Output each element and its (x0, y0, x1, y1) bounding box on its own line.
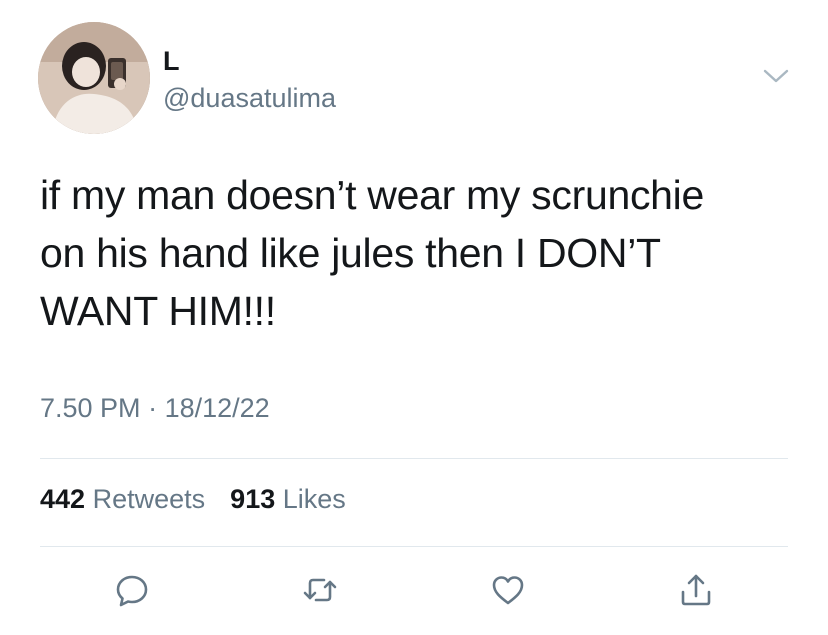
tweet-time: 7.50 PM (40, 393, 141, 423)
tweet-text-line: if my man doesn’t wear my scrunchie (40, 172, 704, 218)
user-handle[interactable]: @duasatulima (163, 83, 336, 114)
tweet-timestamp[interactable]: 7.50 PM · 18/12/22 (40, 393, 270, 424)
display-name[interactable]: L (163, 46, 180, 77)
like-icon (492, 576, 524, 605)
like-button[interactable] (486, 568, 530, 612)
action-bar (0, 568, 828, 618)
reply-button[interactable] (110, 568, 154, 612)
divider (40, 458, 788, 459)
share-icon (681, 574, 711, 606)
share-button[interactable] (674, 568, 718, 612)
tweet-text: if my man doesn’t wear my scrunchie on h… (40, 166, 800, 340)
reply-icon (116, 575, 148, 607)
retweets-label[interactable]: Retweets (93, 484, 206, 514)
tweet-stats: 442 Retweets 913 Likes (40, 484, 346, 515)
avatar-image (38, 22, 150, 134)
chevron-down-icon[interactable] (762, 66, 790, 86)
retweet-button[interactable] (298, 568, 342, 612)
likes-count[interactable]: 913 (230, 484, 275, 514)
retweet-icon (303, 578, 337, 602)
tweet-text-line: on his hand like jules then I DON’T (40, 230, 661, 276)
avatar[interactable] (38, 22, 150, 134)
divider (40, 546, 788, 547)
tweet-text-line: WANT HIM!!! (40, 288, 276, 334)
retweets-count[interactable]: 442 (40, 484, 85, 514)
timestamp-separator: · (148, 393, 158, 423)
tweet-date: 18/12/22 (164, 393, 270, 423)
likes-label[interactable]: Likes (283, 484, 346, 514)
tweet-card: L @duasatulima if my man doesn’t wear my… (0, 0, 828, 635)
